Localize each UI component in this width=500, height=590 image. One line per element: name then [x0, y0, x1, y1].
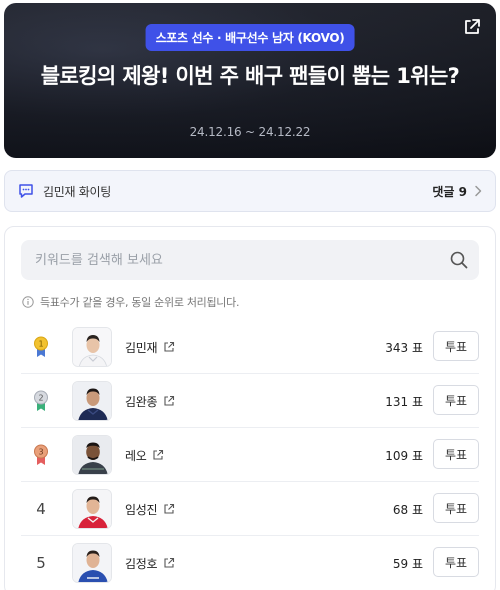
list-item: 3 레오 109 표 투표: [21, 428, 479, 482]
vote-button[interactable]: 투표: [433, 385, 479, 415]
svg-text:2: 2: [38, 394, 43, 403]
silver-medal-icon: 2: [34, 390, 48, 411]
tie-notice: 득표수가 같을 경우, 동일 순위로 처리됩니다.: [22, 294, 239, 310]
avatar[interactable]: [72, 327, 112, 367]
rank-badge: 2: [21, 374, 61, 428]
avatar[interactable]: [72, 435, 112, 475]
list-item: 2 김완종 131 표 투표: [21, 374, 479, 428]
rank-badge: 3: [21, 428, 61, 482]
vote-count: 59 표: [392, 556, 423, 571]
avatar[interactable]: [72, 543, 112, 583]
vote-count: 131 표: [385, 394, 423, 409]
hero-banner: 스포츠 선수 · 배구선수 남자 (KOVO) 블로킹의 제왕! 이번 주 배구…: [4, 3, 496, 158]
info-icon: [22, 296, 34, 308]
svg-text:3: 3: [38, 448, 43, 457]
bronze-medal-icon: 3: [34, 444, 48, 465]
vote-count: 343 표: [385, 340, 423, 355]
cheer-comment-bar[interactable]: 김민재 화이팅 댓글 9: [4, 170, 496, 212]
rank-badge: 4: [21, 482, 61, 536]
external-link-icon[interactable]: [152, 449, 164, 461]
share-icon[interactable]: [462, 17, 482, 37]
vote-button[interactable]: 투표: [433, 547, 479, 577]
rank-number: 4: [36, 500, 46, 518]
chevron-right-icon: [475, 185, 482, 197]
avatar[interactable]: [72, 381, 112, 421]
list-item: 5 김정호 59 표 투표: [21, 536, 479, 590]
date-range: 24.12.16 ~ 24.12.22: [189, 125, 311, 139]
ranking-list: 1 김민재 343 표 투표 2 김완종 131 표 투표 3 레오 109 표…: [21, 320, 479, 590]
search-input[interactable]: [21, 240, 441, 280]
rank-badge: 1: [21, 320, 61, 374]
ranking-panel: 득표수가 같을 경우, 동일 순위로 처리됩니다. 1: [4, 226, 496, 590]
page-title: 블로킹의 제왕! 이번 주 배구 팬들이 뽑는 1위는?: [40, 64, 460, 88]
external-link-icon[interactable]: [163, 341, 175, 353]
rank-number: 5: [36, 554, 46, 572]
vote-button[interactable]: 투표: [433, 493, 479, 523]
external-link-icon[interactable]: [163, 503, 175, 515]
search-box: [21, 240, 479, 280]
svg-text:1: 1: [38, 340, 43, 349]
vote-button[interactable]: 투표: [433, 439, 479, 469]
chat-bubble-icon: [19, 184, 33, 198]
rank-badge: 5: [21, 536, 61, 590]
search-icon[interactable]: [449, 250, 469, 270]
avatar[interactable]: [72, 489, 112, 529]
external-link-icon[interactable]: [163, 557, 175, 569]
player-name[interactable]: 레오: [125, 428, 164, 482]
player-name[interactable]: 김완종: [125, 374, 175, 428]
vote-count: 109 표: [385, 448, 423, 463]
gold-medal-icon: 1: [34, 336, 48, 357]
list-item: 1 김민재 343 표 투표: [21, 320, 479, 374]
player-name[interactable]: 김민재: [125, 320, 175, 374]
notice-text: 득표수가 같을 경우, 동일 순위로 처리됩니다.: [40, 296, 240, 309]
comment-count: 댓글 9: [432, 184, 467, 199]
player-name[interactable]: 임성진: [125, 482, 175, 536]
category-tag: 스포츠 선수 · 배구선수 남자 (KOVO): [145, 24, 355, 51]
cheer-message: 김민재 화이팅: [43, 184, 111, 199]
vote-count: 68 표: [392, 502, 423, 517]
player-name[interactable]: 김정호: [125, 536, 175, 590]
vote-button[interactable]: 투표: [433, 331, 479, 361]
external-link-icon[interactable]: [163, 395, 175, 407]
list-item: 4 임성진 68 표 투표: [21, 482, 479, 536]
